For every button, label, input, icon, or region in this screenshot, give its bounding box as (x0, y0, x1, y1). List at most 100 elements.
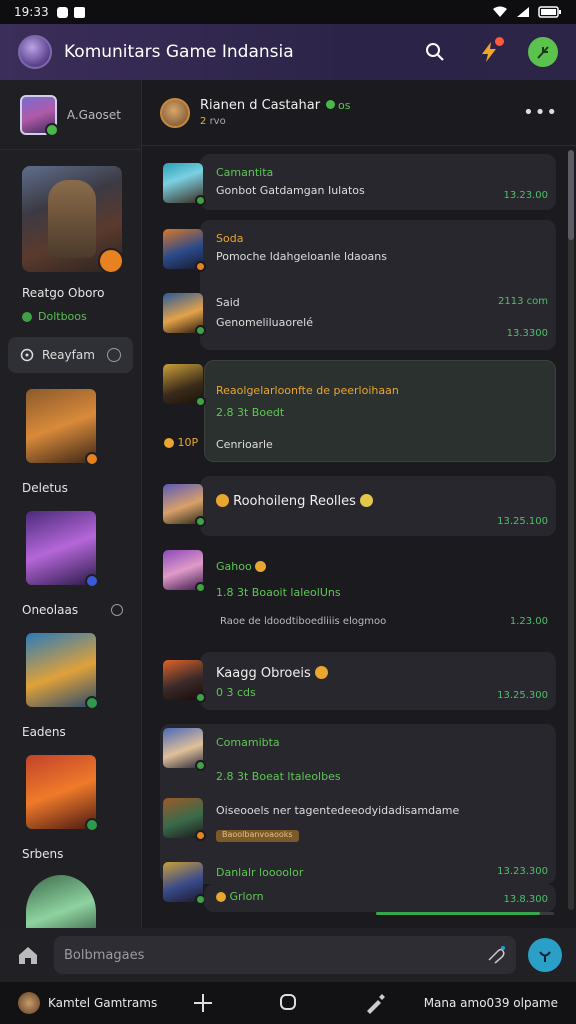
online-dot (44, 122, 59, 137)
member-count: 2 (200, 116, 207, 127)
sidebar-game-3[interactable] (26, 633, 99, 710)
chat-bubble-icon[interactable] (111, 604, 123, 616)
add-icon[interactable] (192, 992, 214, 1014)
game-tag-icon (195, 195, 206, 206)
edit-icon[interactable] (364, 992, 386, 1014)
message-meta: Grlorn (229, 890, 264, 903)
search-button[interactable] (420, 37, 450, 67)
game-tag-icon (85, 818, 99, 832)
message-title: Comamibta (216, 736, 280, 749)
game-thumbnail[interactable] (163, 862, 206, 905)
message-title-row: Roohoileng Reolles (216, 494, 374, 509)
message-time: 13.3300 (506, 328, 548, 339)
featured-game-title: Reatgo Oboro (22, 286, 105, 300)
message-text: Oiseooels ner tagentedeeodyidadisamdame (216, 804, 460, 817)
more-options-icon[interactable]: ••• (523, 102, 558, 123)
game-thumbnail[interactable] (163, 293, 206, 336)
featured-game-sub: Doltboos (38, 310, 87, 323)
sidebar-game-2-row: Oneolaas (0, 603, 141, 617)
message-chip[interactable]: Baoolbanvoaooks (216, 830, 299, 842)
bottom-nav: Kamtel Gamtrams Mana amo039 olpame (0, 982, 576, 1024)
message-input-placeholder: Bolbmagaes (64, 947, 145, 963)
message-meta: 1.8 3t Boaoit laleolUns (216, 586, 341, 599)
message-meta: 2.8 3t Boeat ltaleolbes (216, 770, 341, 783)
game-tag-icon (195, 516, 206, 527)
alerts-button[interactable] (474, 37, 504, 67)
game-tag-icon (195, 396, 206, 407)
sidebar-game-2[interactable] (26, 511, 99, 588)
game-tag-icon (195, 261, 206, 272)
message-title: Said (216, 296, 240, 309)
status-dot (22, 311, 32, 322)
chat-title-row: Rianen d Castahar os (200, 98, 351, 113)
user-avatar[interactable] (18, 992, 40, 1014)
online-indicator (326, 100, 336, 109)
voice-button[interactable] (528, 938, 562, 972)
message-title: Roohoileng Reolles (233, 494, 356, 509)
game-thumbnail[interactable] (163, 163, 206, 206)
message-time: 2113 com (498, 296, 548, 307)
message-bubble[interactable] (200, 220, 556, 350)
nav-left-label[interactable]: Kamtel Gamtrams (48, 996, 157, 1010)
game-thumbnail[interactable] (163, 550, 206, 593)
chat-header: Rianen d Castahar os 2 rvo ••• (142, 80, 576, 146)
composer: Bolbmagaes (0, 928, 576, 982)
face-emoji-icon (216, 494, 229, 507)
sidebar-game-4[interactable] (26, 755, 99, 832)
message-title: Soda (216, 232, 244, 245)
reward-value: 10P (164, 436, 198, 449)
sidebar-profile[interactable]: A.Gaoset (0, 80, 141, 150)
notification-icon (56, 6, 68, 18)
profile-name: A.Gaoset (66, 107, 121, 122)
nav-right-label[interactable]: Mana amo039 olpame (424, 996, 558, 1010)
community-avatar[interactable] (18, 35, 52, 69)
message-title: Gahoo (216, 560, 252, 573)
featured-game-card[interactable] (22, 166, 122, 272)
game-thumbnail[interactable] (163, 728, 206, 771)
coin-icon (216, 892, 226, 902)
message-bubble[interactable] (200, 652, 556, 710)
profile-avatar[interactable] (20, 94, 59, 137)
game-thumbnail[interactable] (163, 484, 206, 527)
game-tag-icon (195, 582, 206, 593)
sidebar-game-1[interactable] (26, 389, 99, 466)
sidebar-pill-button[interactable]: Reayfam (8, 337, 133, 373)
chat-panel: Rianen d Castahar os 2 rvo ••• Camantita … (142, 80, 576, 928)
app-header: Komunitars Game Indansia (0, 24, 576, 80)
message-bubble[interactable] (200, 154, 556, 210)
game-thumbnail[interactable] (163, 364, 206, 407)
message-text: Raoe de ldoodtiboedliiis elogmoo (220, 616, 387, 627)
attachment-icon[interactable] (486, 945, 506, 965)
game-thumbnail[interactable] (163, 229, 206, 272)
coin-icon (164, 438, 174, 448)
chat-subtitle: 2 rvo (200, 116, 351, 127)
message-text: Gonbot Gatdamgan Iulatos (216, 184, 365, 197)
home-button[interactable] (14, 941, 42, 969)
reward-value-text: 10P (177, 436, 199, 449)
message-meta: 2.8 3t Boedt (216, 406, 285, 419)
sidebar-game-4-label: Srbens (22, 847, 64, 861)
game-thumbnail[interactable] (163, 660, 206, 703)
chat-avatar[interactable] (160, 97, 190, 128)
message-title: Kaagg Obroeis (216, 666, 311, 681)
scrollbar-track[interactable] (568, 150, 574, 910)
featured-game-status: Doltboos (0, 310, 141, 323)
message-text: Genomeliluaorelé (216, 316, 313, 329)
progress-fill (376, 912, 540, 915)
leaf-menu-button[interactable] (528, 37, 558, 67)
controller-icon (20, 348, 34, 362)
home-circle-icon[interactable] (278, 992, 298, 1012)
game-thumbnail[interactable] (163, 798, 206, 841)
sidebar-game-5[interactable] (26, 875, 96, 928)
chat-title-suffix: os (338, 99, 351, 112)
message-title: Camantita (216, 166, 274, 179)
message-input[interactable]: Bolbmagaes (54, 936, 516, 974)
scrollbar-thumb[interactable] (568, 150, 574, 240)
chat-sub-text: rvo (209, 116, 226, 127)
face-emoji-icon (255, 561, 267, 572)
game-tag-icon (195, 325, 206, 336)
fire-badge-icon (98, 248, 122, 272)
sidebar: A.Gaoset Reatgo Oboro Doltboos Reayfam D… (0, 80, 142, 928)
message-title-row: Kaagg Obroeis (216, 666, 328, 681)
wifi-icon (493, 6, 507, 17)
